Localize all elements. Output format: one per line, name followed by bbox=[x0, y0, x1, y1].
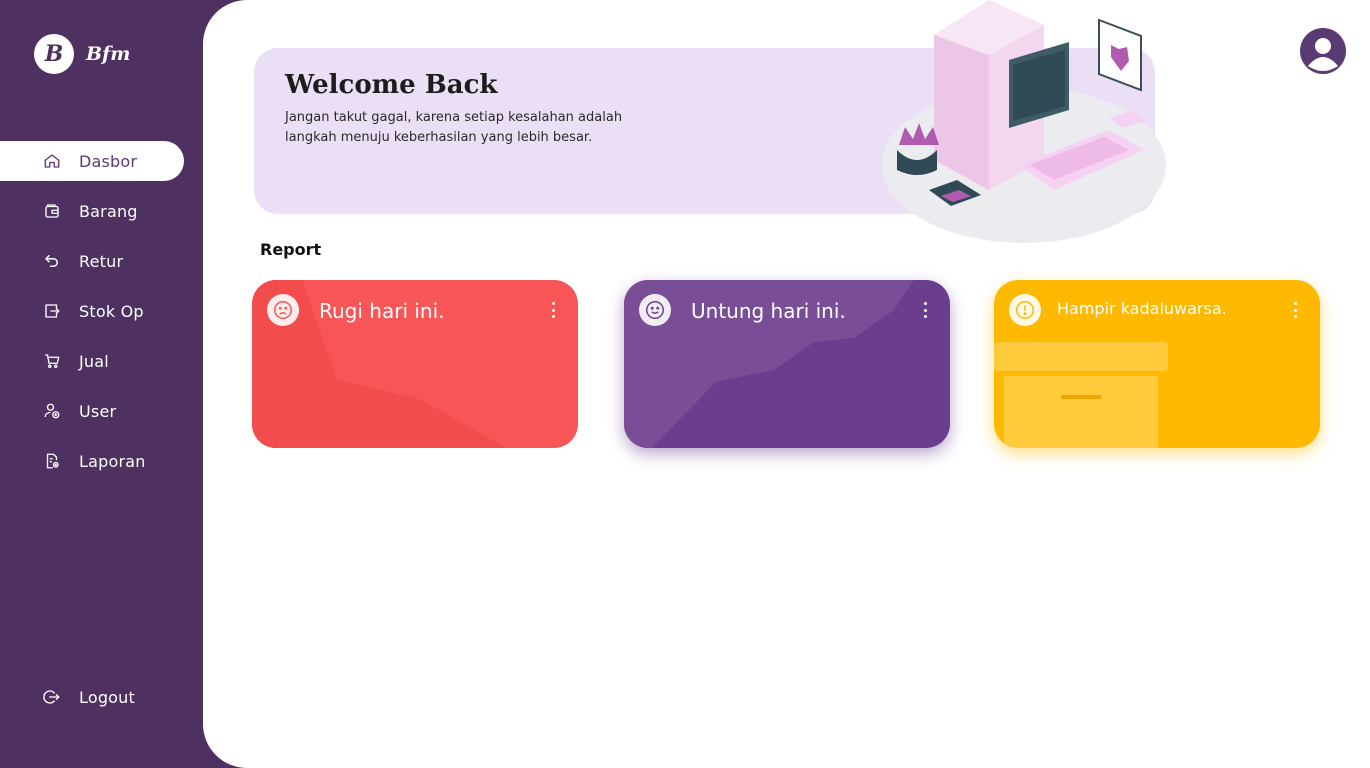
return-icon bbox=[42, 251, 62, 271]
profit-card-title: Untung hari ini. bbox=[691, 299, 846, 323]
warning-icon bbox=[1009, 294, 1041, 326]
export-icon bbox=[42, 301, 62, 321]
computer-illustration bbox=[882, 0, 1166, 243]
more-options-icon[interactable] bbox=[920, 302, 930, 318]
brand-name: Bfm bbox=[86, 43, 131, 65]
loss-card-title: Rugi hari ini. bbox=[319, 299, 445, 323]
sidebar-item-label: Stok Op bbox=[79, 301, 144, 321]
main-panel: Welcome Back Jangan takut gagal, karena … bbox=[203, 0, 1370, 768]
sidebar-item-user[interactable]: User bbox=[0, 391, 184, 431]
user-add-icon bbox=[42, 401, 62, 421]
sidebar-item-barang[interactable]: Barang bbox=[0, 191, 184, 231]
expiring-card[interactable]: Hampir kadaluwarsa. bbox=[994, 280, 1320, 448]
sidebar-item-label: Laporan bbox=[79, 451, 146, 471]
user-avatar-icon bbox=[1300, 28, 1346, 74]
sad-face-icon bbox=[267, 294, 299, 326]
sidebar-item-laporan[interactable]: Laporan bbox=[0, 441, 184, 481]
loss-card[interactable]: Rugi hari ini. bbox=[252, 280, 578, 448]
sidebar-item-label: Jual bbox=[79, 351, 109, 371]
sidebar-item-retur[interactable]: Retur bbox=[0, 241, 184, 281]
sidebar-item-label: Dasbor bbox=[79, 151, 138, 171]
logout-button[interactable]: Logout bbox=[0, 677, 184, 717]
sidebar-item-dasbor[interactable]: Dasbor bbox=[0, 141, 184, 181]
smile-face-icon bbox=[639, 294, 671, 326]
sidebar-item-label: Retur bbox=[79, 251, 124, 271]
sidebar-item-label: Barang bbox=[79, 201, 138, 221]
sidebar-item-label: User bbox=[79, 401, 117, 421]
home-icon bbox=[42, 151, 62, 171]
logout-icon bbox=[42, 687, 62, 707]
sidebar-nav: Dasbor Barang Retur Stok Op Jual User La… bbox=[0, 141, 200, 491]
logout-label: Logout bbox=[79, 687, 135, 707]
welcome-subtitle: Jangan takut gagal, karena setiap kesala… bbox=[285, 110, 623, 145]
report-heading: Report bbox=[260, 240, 322, 259]
sidebar-item-jual[interactable]: Jual bbox=[0, 341, 184, 381]
sidebar-item-stok-op[interactable]: Stok Op bbox=[0, 291, 184, 331]
user-avatar[interactable] bbox=[1300, 28, 1346, 74]
more-options-icon[interactable] bbox=[1290, 302, 1300, 318]
brand-logo[interactable]: B Bfm bbox=[34, 34, 130, 74]
logo-mark-icon: B bbox=[34, 34, 74, 74]
expiring-card-title: Hampir kadaluwarsa. bbox=[1057, 299, 1227, 318]
wallet-icon bbox=[42, 201, 62, 221]
report-icon bbox=[42, 451, 62, 471]
more-options-icon[interactable] bbox=[548, 302, 558, 318]
cart-icon bbox=[42, 351, 62, 371]
profit-card[interactable]: Untung hari ini. bbox=[624, 280, 950, 448]
welcome-title: Welcome Back bbox=[285, 70, 498, 100]
